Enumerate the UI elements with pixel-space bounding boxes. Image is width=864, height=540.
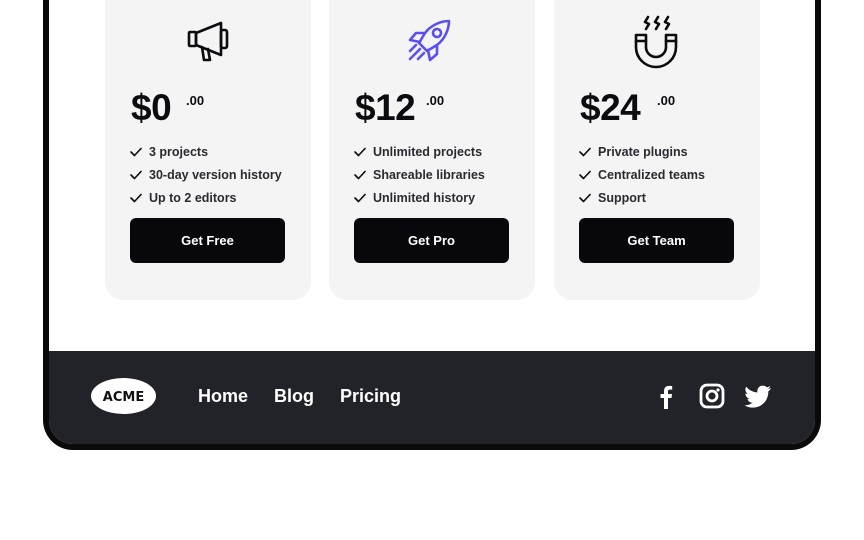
price-amount: $24 [580, 87, 641, 128]
footer-nav: Home Blog Pricing [198, 385, 401, 407]
feature-label: 30-day version history [149, 167, 282, 182]
check-icon [130, 147, 142, 156]
logo-text: ACME [103, 390, 144, 405]
check-icon [579, 193, 591, 202]
feature-item: Private plugins [579, 140, 705, 163]
price-amount: $0 [131, 87, 172, 128]
feature-label: Unlimited history [373, 190, 476, 205]
feature-item: Up to 2 editors [130, 186, 282, 209]
twitter-icon[interactable] [743, 382, 773, 410]
feature-label: Private plugins [598, 144, 688, 159]
feature-list: Private plugins Centralized teams Suppor… [579, 140, 705, 209]
nav-link-blog[interactable]: Blog [274, 385, 314, 407]
feature-label: Centralized teams [598, 167, 705, 182]
feature-list: Unlimited projects Shareable libraries U… [354, 140, 485, 209]
rocket-icon [408, 19, 451, 62]
feature-item: Support [579, 186, 705, 209]
pricing-card-pro: $12 .00 Unlimited projects Shareable lib… [329, 0, 535, 300]
pricing-card-free: $0 .00 3 projects 30-day version history… [105, 0, 311, 300]
magnet-icon [634, 15, 678, 69]
check-icon [579, 147, 591, 156]
nav-link-home[interactable]: Home [198, 385, 248, 407]
get-team-button[interactable]: Get Team [579, 218, 734, 263]
check-icon [130, 170, 142, 179]
get-free-button[interactable]: Get Free [130, 218, 285, 263]
check-icon [579, 170, 591, 179]
check-icon [354, 193, 366, 202]
megaphone-icon [187, 21, 229, 62]
price-cents: .00 [426, 93, 445, 108]
price: $12 .00 [355, 87, 444, 128]
get-pro-button[interactable]: Get Pro [354, 218, 509, 263]
feature-item: Unlimited history [354, 186, 485, 209]
feature-item: Centralized teams [579, 163, 705, 186]
feature-label: Up to 2 editors [149, 190, 237, 205]
pricing-card-team: $24 .00 Private plugins Centralized team… [554, 0, 760, 300]
check-icon [354, 170, 366, 179]
feature-label: 3 projects [149, 144, 209, 159]
feature-label: Shareable libraries [373, 167, 485, 182]
instagram-icon[interactable] [698, 382, 726, 410]
footer: ACME Home Blog Pricing [49, 351, 815, 444]
check-icon [130, 193, 142, 202]
price: $24 .00 [580, 87, 675, 128]
check-icon [354, 147, 366, 156]
feature-list: 3 projects 30-day version history Up to … [130, 140, 282, 209]
facebook-icon[interactable] [652, 382, 680, 410]
device-frame: $0 .00 3 projects 30-day version history… [43, 0, 821, 450]
acme-logo[interactable]: ACME [91, 378, 156, 414]
price-cents: .00 [186, 93, 205, 108]
price-amount: $12 [355, 87, 416, 128]
price-cents: .00 [657, 93, 676, 108]
feature-item: Unlimited projects [354, 140, 485, 163]
feature-item: Shareable libraries [354, 163, 485, 186]
feature-item: 3 projects [130, 140, 282, 163]
price: $0 .00 [131, 87, 204, 128]
feature-label: Unlimited projects [373, 144, 483, 159]
feature-label: Support [598, 190, 646, 205]
feature-item: 30-day version history [130, 163, 282, 186]
nav-link-pricing[interactable]: Pricing [340, 385, 401, 407]
